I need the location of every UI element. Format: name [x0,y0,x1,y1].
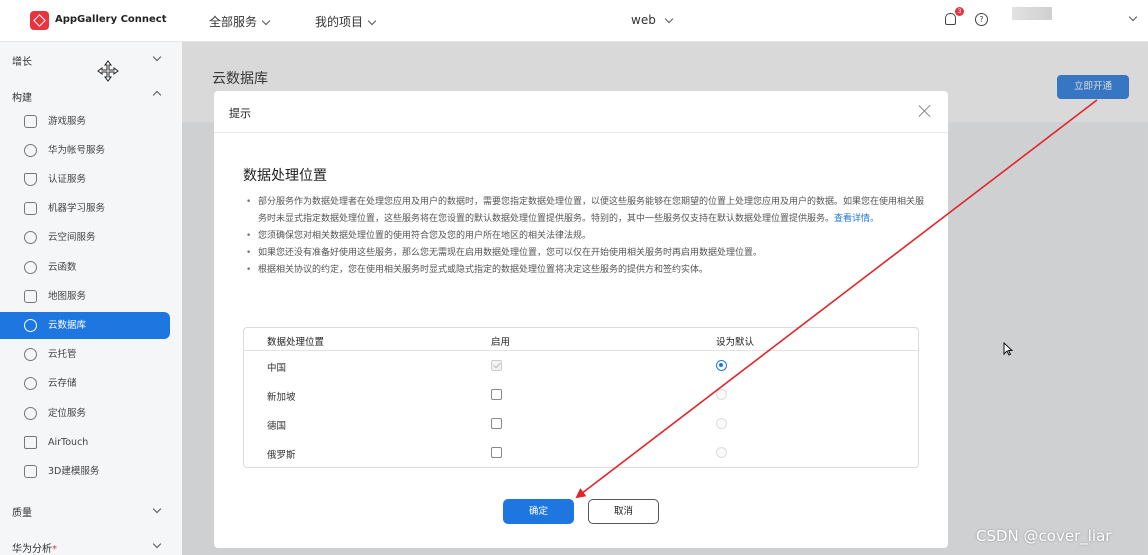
sidebar-item-cloud-space[interactable]: 云空间服务 [0,224,170,251]
location-table: 数据处理位置 启用 设为默认 中国 新加坡 德国 俄罗斯 [243,327,919,468]
sidebar-item-map-service[interactable]: 地图服务 [0,283,170,310]
table-row: 新加坡 [244,381,918,410]
table-row: 德国 [244,410,918,439]
database-icon [24,319,37,332]
sidebar-item-account-service[interactable]: 华为帐号服务 [0,137,170,164]
enable-checkbox-germany[interactable] [491,418,502,429]
sidebar: 增长 构建 游戏服务 华为帐号服务 认证服务 机器学习服务 云空间服务 云函数 … [0,42,182,555]
sidebar-section-build[interactable]: 构建 [12,89,32,104]
data-location-dialog: 提示 数据处理位置 部分服务作为数据处理者在处理您应用及用户的数据时，需要您指定… [214,91,948,548]
robot-icon [24,202,37,215]
brand-name[interactable]: AppGallery Connect [55,14,167,25]
sidebar-section-growth[interactable]: 增长 [12,53,32,68]
enable-checkbox-russia[interactable] [491,447,502,458]
table-row: 中国 [244,352,918,381]
sidebar-item-location-service[interactable]: 定位服务 [0,400,170,427]
header-divider [244,350,918,351]
chevron-down-icon[interactable] [152,504,162,514]
bell-icon[interactable] [945,13,956,25]
avatar[interactable] [1012,7,1052,20]
list-item: 您须确保您对相关数据处理位置的使用符合您及您的用户所在地区的相关法律法规。 [246,228,926,245]
sidebar-item-3d-modeling[interactable]: 3D建模服务 [0,458,170,485]
close-icon[interactable] [917,103,933,119]
storage-icon [24,377,37,390]
sidebar-item-auth-service[interactable]: 认证服务 [0,166,170,193]
location-icon [24,407,37,420]
chevron-down-icon [367,16,377,26]
list-item: 如果您还没有准备好使用这些服务，那么您无需现在启用数据处理位置，您可以仅在开始使… [246,245,926,262]
top-bar: AppGallery Connect 全部服务 我的项目 web 3 ? [0,0,1148,42]
location-name: 新加坡 [267,392,296,403]
nav-all-services[interactable]: 全部服务 [209,13,271,30]
column-header-default: 设为默认 [716,337,755,348]
shield-icon [24,173,37,186]
dialog-title: 提示 [229,107,251,120]
touch-icon [24,436,37,449]
cube-icon [24,465,37,478]
mouse-pointer-icon [1003,342,1013,356]
chevron-down-icon[interactable] [1128,12,1138,22]
column-header-location: 数据处理位置 [267,337,325,348]
project-selector[interactable]: web [631,13,674,27]
default-radio-russia [716,447,727,458]
chevron-down-icon[interactable] [152,52,162,62]
sidebar-section-quality[interactable]: 质量 [12,504,32,519]
hosting-icon [24,348,37,361]
default-radio-germany [716,418,727,429]
nav-my-projects[interactable]: 我的项目 [315,13,377,30]
game-icon [24,115,37,128]
sidebar-item-game-service[interactable]: 游戏服务 [0,108,170,135]
chevron-down-icon[interactable] [152,539,162,549]
enable-checkbox-china [491,360,502,371]
location-name: 德国 [267,421,287,432]
help-icon[interactable]: ? [975,13,988,26]
sidebar-item-cloud-hosting[interactable]: 云托管 [0,341,170,368]
chevron-up-icon[interactable] [152,90,162,100]
watermark: CSDN @cover_liar [976,527,1112,545]
new-marker: * [52,544,57,555]
default-radio-china[interactable] [716,360,727,371]
enable-checkbox-singapore[interactable] [491,389,502,400]
sidebar-section-analytics[interactable]: 华为分析* [12,540,57,555]
chevron-down-icon [261,16,271,26]
sidebar-item-cloud-function[interactable]: 云函数 [0,254,170,281]
location-name: 中国 [267,363,287,374]
appgallery-logo-icon[interactable] [30,11,49,30]
function-icon [24,261,37,274]
chevron-down-icon [664,14,674,24]
cancel-button[interactable]: 取消 [588,499,659,524]
dialog-header: 提示 [214,91,948,133]
sidebar-item-cloud-database[interactable]: 云数据库 [0,312,170,339]
sidebar-item-airtouch[interactable]: AirTouch [0,429,170,456]
notification-badge: 3 [955,7,964,16]
dialog-heading: 数据处理位置 [243,168,327,184]
account-icon [24,144,37,157]
map-icon [24,290,37,303]
table-row: 俄罗斯 [244,439,918,468]
location-name: 俄罗斯 [267,450,296,461]
details-link[interactable]: 查看详情。 [834,214,879,224]
sidebar-item-ml-service[interactable]: 机器学习服务 [0,195,170,222]
cloud-icon [24,231,37,244]
list-item: 部分服务作为数据处理者在处理您应用及用户的数据时，需要您指定数据处理位置，以便这… [246,194,926,228]
confirm-button[interactable]: 确定 [503,499,574,524]
list-item: 根据相关协议的约定，您在使用相关服务时显式或隐式指定的数据处理位置将决定这些服务… [246,262,926,279]
default-radio-singapore [716,389,727,400]
column-header-enable: 启用 [491,337,511,348]
sidebar-item-cloud-storage[interactable]: 云存储 [0,370,170,397]
move-cursor-icon [97,60,119,82]
info-list: 部分服务作为数据处理者在处理您应用及用户的数据时，需要您指定数据处理位置，以便这… [246,194,926,279]
